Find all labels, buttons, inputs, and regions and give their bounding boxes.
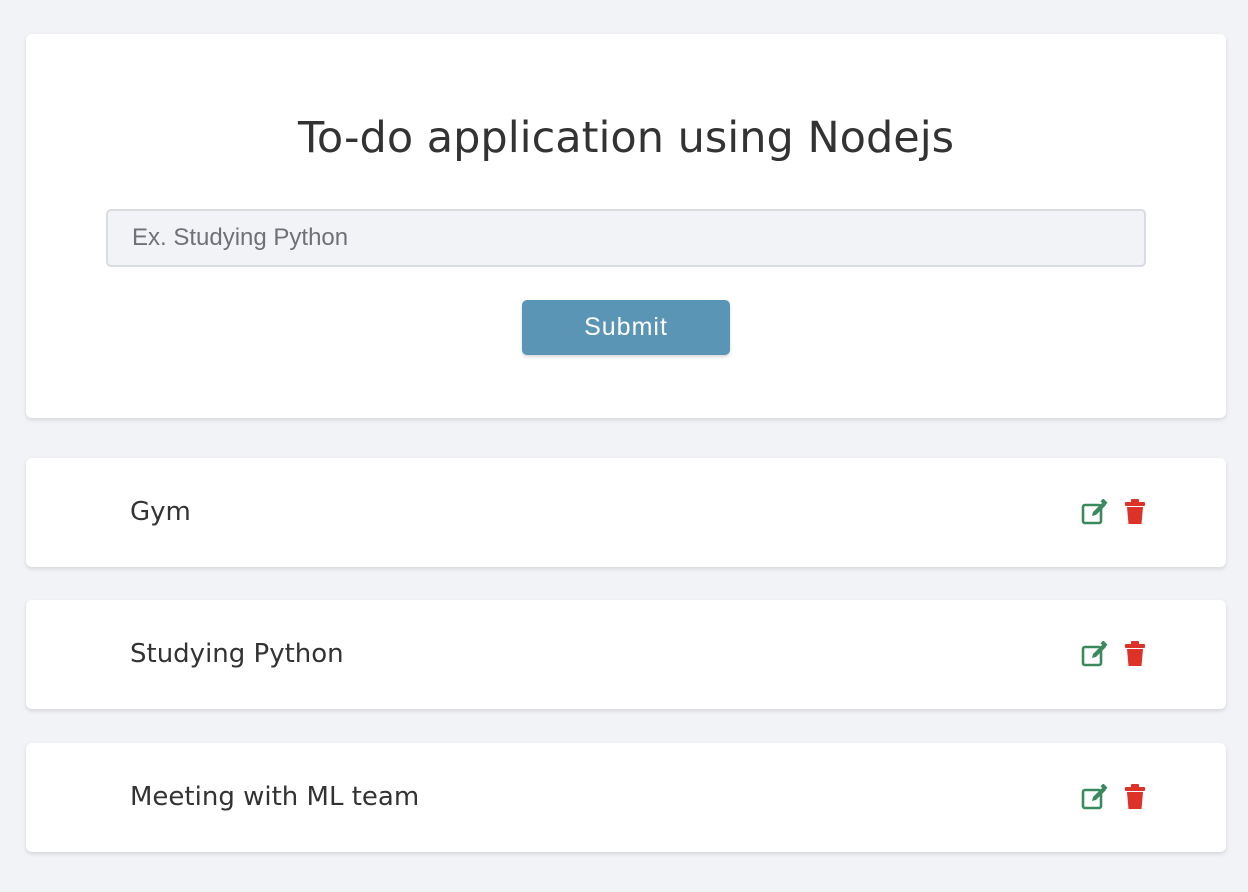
todo-actions: [1080, 498, 1150, 526]
todo-actions: [1080, 640, 1150, 668]
todo-form-card: To-do application using Nodejs Submit: [26, 34, 1226, 418]
submit-button[interactable]: Submit: [522, 300, 730, 355]
trash-icon[interactable]: [1120, 640, 1150, 668]
todo-label: Gym: [130, 497, 191, 527]
todo-item: Studying Python: [26, 600, 1226, 709]
todo-label: Meeting with ML team: [130, 782, 420, 812]
edit-icon[interactable]: [1080, 783, 1110, 811]
todo-label: Studying Python: [130, 639, 344, 669]
todo-actions: [1080, 783, 1150, 811]
page-title: To-do application using Nodejs: [297, 113, 955, 163]
trash-icon[interactable]: [1120, 783, 1150, 811]
task-input[interactable]: [106, 209, 1146, 267]
todo-item: Gym: [26, 458, 1226, 567]
trash-icon[interactable]: [1120, 498, 1150, 526]
edit-icon[interactable]: [1080, 640, 1110, 668]
todo-item: Meeting with ML team: [26, 743, 1226, 852]
edit-icon[interactable]: [1080, 498, 1110, 526]
